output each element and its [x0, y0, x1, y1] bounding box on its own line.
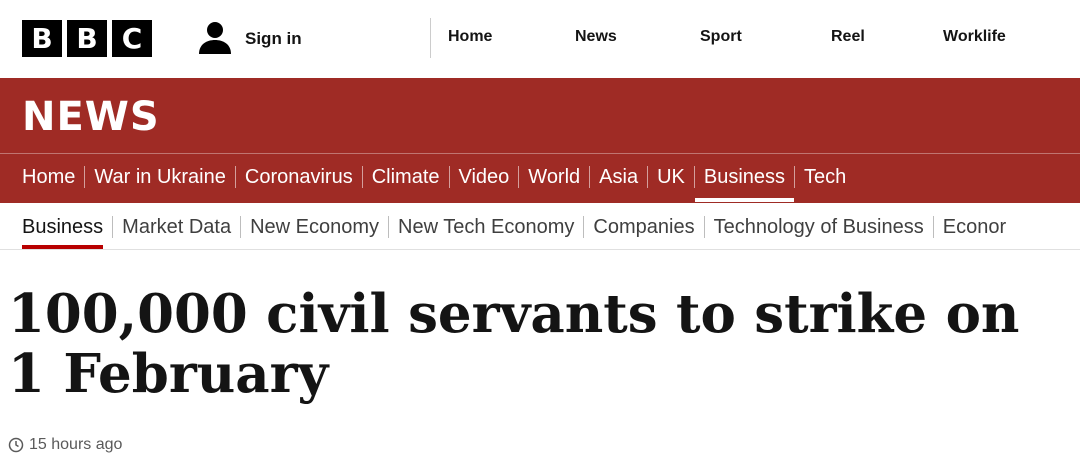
top-bar: B B C Sign in Home News Sport Reel Workl… — [0, 0, 1080, 78]
sub-nav-technology-of-business[interactable]: Technology of Business — [705, 216, 933, 239]
sub-nav-row: Business Market Data New Economy New Tec… — [13, 213, 1015, 249]
news-nav-tech[interactable]: Tech — [795, 166, 855, 189]
news-nav-climate[interactable]: Climate — [363, 166, 449, 189]
top-nav-sport[interactable]: Sport — [700, 28, 742, 46]
sign-in-label: Sign in — [245, 28, 302, 48]
top-nav-reel[interactable]: Reel — [831, 28, 865, 46]
news-nav-video[interactable]: Video — [450, 166, 519, 189]
news-nav-home[interactable]: Home — [13, 166, 84, 189]
bbc-logo[interactable]: B B C — [22, 20, 152, 57]
article-headline: 100,000 civil servants to strike on 1 Fe… — [8, 283, 1020, 405]
sub-nav-market-data[interactable]: Market Data — [113, 216, 240, 239]
sign-in-button[interactable]: Sign in — [197, 20, 302, 57]
news-nav-asia[interactable]: Asia — [590, 166, 647, 189]
sub-nav-business[interactable]: Business — [13, 216, 112, 249]
logo-letter-c: C — [112, 20, 152, 57]
news-nav-war-in-ukraine[interactable]: War in Ukraine — [85, 166, 235, 189]
news-band-divider — [0, 153, 1080, 154]
top-nav-worklife[interactable]: Worklife — [943, 28, 1006, 46]
news-section-band: NEWS Home War in Ukraine Coronavirus Cli… — [0, 78, 1080, 203]
sub-nav-new-economy[interactable]: New Economy — [241, 216, 388, 239]
sub-nav-new-tech-economy[interactable]: New Tech Economy — [389, 216, 583, 239]
timestamp-text: 15 hours ago — [29, 436, 123, 453]
news-nav-coronavirus[interactable]: Coronavirus — [236, 166, 362, 189]
sub-nav-economy-truncated[interactable]: Econor — [934, 216, 1015, 239]
news-nav-world[interactable]: World — [519, 166, 589, 189]
logo-letter-b2: B — [67, 20, 107, 57]
article-timestamp: 15 hours ago — [8, 436, 122, 454]
top-nav-divider — [430, 18, 431, 58]
top-nav-news[interactable]: News — [575, 28, 617, 46]
news-nav-uk[interactable]: UK — [648, 166, 694, 189]
person-icon — [199, 22, 231, 54]
business-sub-nav: Business Market Data New Economy New Tec… — [0, 203, 1080, 250]
news-nav-business[interactable]: Business — [694, 166, 795, 202]
news-title[interactable]: NEWS — [22, 94, 160, 140]
logo-letter-b1: B — [22, 20, 62, 57]
top-nav-home[interactable]: Home — [448, 28, 492, 46]
clock-icon — [8, 437, 24, 453]
news-nav: Home War in Ukraine Coronavirus Climate … — [13, 163, 855, 202]
sub-nav-companies[interactable]: Companies — [584, 216, 703, 239]
